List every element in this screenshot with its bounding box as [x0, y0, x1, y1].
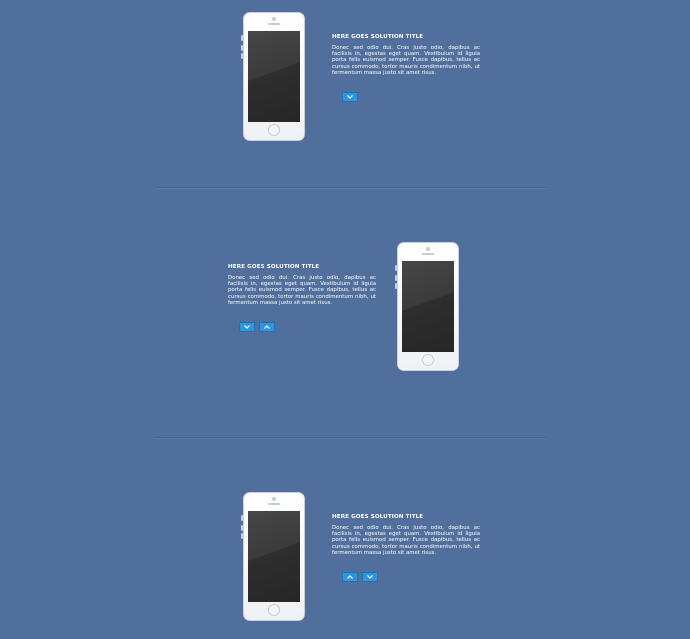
- phone-home-button-icon: [268, 604, 280, 616]
- chevron-up-icon: [264, 325, 270, 329]
- phone-screen: [248, 31, 300, 122]
- solution-text-block: HERE GOES SOLUTION TITLE Donec sed odio …: [332, 514, 480, 556]
- section-divider: [156, 187, 546, 189]
- phone-camera-icon: [426, 247, 430, 251]
- solution-nav-buttons: [342, 92, 358, 102]
- phone-speaker-icon: [268, 23, 280, 25]
- section-divider: [156, 437, 546, 439]
- phone-screen: [402, 261, 454, 352]
- phone-image: [241, 12, 305, 141]
- solution-text-block: HERE GOES SOLUTION TITLE Donec sed odio …: [228, 264, 376, 306]
- phone-speaker-icon: [268, 503, 280, 505]
- phone-speaker-icon: [422, 253, 434, 255]
- solution-text-block: HERE GOES SOLUTION TITLE Donec sed odio …: [332, 34, 480, 76]
- solution-nav-buttons: [239, 322, 275, 332]
- scroll-down-button[interactable]: [342, 92, 358, 102]
- phone-home-button-icon: [422, 354, 434, 366]
- phone-screen: [248, 511, 300, 602]
- solution-nav-buttons: [342, 572, 378, 582]
- chevron-down-icon: [244, 325, 250, 329]
- phone-home-button-icon: [268, 124, 280, 136]
- scroll-up-button[interactable]: [342, 572, 358, 582]
- chevron-down-icon: [367, 575, 373, 579]
- phone-camera-icon: [272, 17, 276, 21]
- solution-title: HERE GOES SOLUTION TITLE: [332, 34, 424, 40]
- scroll-down-button[interactable]: [362, 572, 378, 582]
- solution-description: Donec sed odio dui. Cras justo odio, dap…: [332, 45, 480, 76]
- chevron-down-icon: [347, 95, 353, 99]
- scroll-down-button[interactable]: [239, 322, 255, 332]
- chevron-up-icon: [347, 575, 353, 579]
- phone-image: [241, 492, 305, 621]
- solution-description: Donec sed odio dui. Cras justo odio, dap…: [332, 525, 480, 556]
- solution-description: Donec sed odio dui. Cras justo odio, dap…: [228, 275, 376, 306]
- phone-image: [395, 242, 459, 371]
- scroll-up-button[interactable]: [259, 322, 275, 332]
- solution-title: HERE GOES SOLUTION TITLE: [332, 514, 424, 520]
- solution-title: HERE GOES SOLUTION TITLE: [228, 264, 320, 270]
- phone-camera-icon: [272, 497, 276, 501]
